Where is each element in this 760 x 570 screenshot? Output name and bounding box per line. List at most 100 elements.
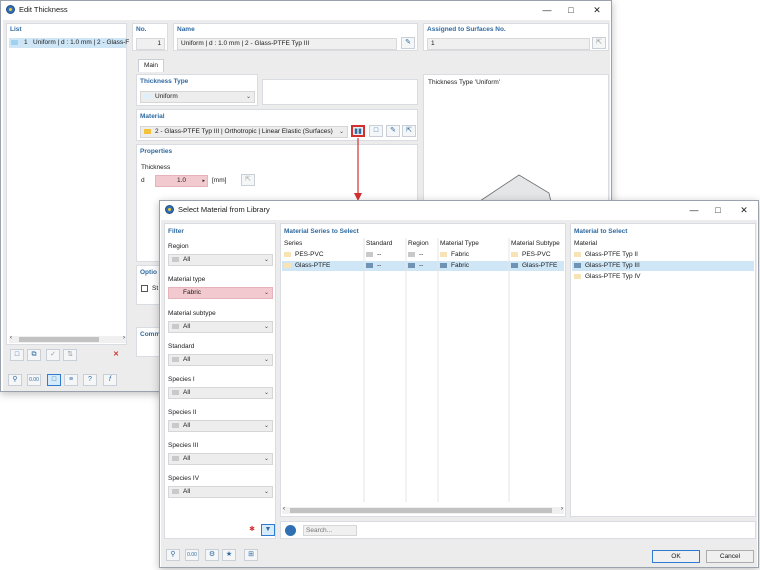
- filter-material-subtype-select[interactable]: All ⌄: [168, 321, 273, 333]
- series-scrollbar[interactable]: ‹ ›: [282, 506, 564, 514]
- cancel-button[interactable]: Cancel: [706, 550, 754, 563]
- grid-icon[interactable]: ≡: [64, 374, 78, 386]
- name-panel: Name Uniform | d : 1.0 mm | 2 - Glass-PT…: [173, 23, 418, 51]
- scroll-thumb[interactable]: [290, 508, 552, 513]
- filter-swatch: [172, 455, 179, 461]
- fabric-swatch: [574, 262, 581, 268]
- filter-material-type-value: Fabric: [183, 289, 202, 296]
- list-item-color-icon: [11, 40, 18, 45]
- comment-label: Comm: [140, 331, 161, 338]
- filter-species-2-select[interactable]: All ⌄: [168, 420, 273, 432]
- list-scrollbar[interactable]: ‹ ›: [9, 335, 126, 343]
- filter-species-3-select[interactable]: All ⌄: [168, 453, 273, 465]
- material-view-icon[interactable]: ⚙: [205, 549, 219, 561]
- window-title: Edit Thickness: [19, 5, 68, 14]
- filter-material-type-select[interactable]: Fabric ⌄: [168, 287, 273, 299]
- search-bar: [280, 521, 756, 539]
- material-item: Glass-PTFE Typ III: [574, 262, 640, 269]
- check-icon[interactable]: ✓: [46, 349, 60, 361]
- material-select-panel: Material to Select Material Glass-PTFE T…: [570, 223, 756, 517]
- export-icon[interactable]: ⊞: [244, 549, 258, 561]
- filter-swatch: [172, 256, 179, 262]
- filter-species-3-value: All: [183, 455, 191, 462]
- filter-swatch: [172, 389, 179, 395]
- filter-species-1-label: Species I: [168, 376, 195, 383]
- filter-swatch: [172, 356, 179, 362]
- no-panel: No. 1: [132, 23, 168, 51]
- options-label: Optio: [140, 269, 157, 276]
- units-icon[interactable]: 0.00: [185, 549, 199, 561]
- clear-filter-icon[interactable]: ✱: [245, 524, 259, 536]
- edit-material-icon[interactable]: ✎: [386, 125, 400, 137]
- formula-icon[interactable]: f: [103, 374, 117, 386]
- filter-panel: Filter Region All ⌄ Material type Fabric ⌄…: [164, 223, 276, 539]
- filter-swatch: [172, 323, 179, 329]
- filter-region-value: All: [183, 256, 191, 263]
- tab-main[interactable]: Main: [138, 59, 164, 72]
- renumber-icon[interactable]: ⇅: [63, 349, 77, 361]
- scroll-thumb[interactable]: [19, 337, 99, 342]
- edit-name-icon[interactable]: ✎: [401, 37, 415, 49]
- scroll-left-icon[interactable]: ‹: [10, 335, 12, 341]
- scroll-right-icon[interactable]: ›: [561, 506, 563, 512]
- spinner-icon[interactable]: ▸: [202, 177, 205, 185]
- help-icon[interactable]: ?: [83, 374, 97, 386]
- filter-material-type-label: Material type: [168, 276, 206, 283]
- material-value: 2 - Glass-PTFE Typ III | Orthotropic | L…: [155, 128, 333, 135]
- minimize-icon[interactable]: —: [535, 3, 559, 17]
- maximize-icon[interactable]: □: [559, 3, 583, 17]
- select-surfaces-icon[interactable]: ⇱: [592, 37, 606, 49]
- display-icon[interactable]: □: [47, 374, 61, 386]
- list-item-text: Uniform | d : 1.0 mm | 2 - Glass-F: [33, 39, 130, 46]
- scroll-right-icon[interactable]: ›: [123, 335, 125, 341]
- name-field[interactable]: Uniform | d : 1.0 mm | 2 - Glass-PTFE Ty…: [177, 38, 397, 50]
- units-icon[interactable]: 0.00: [27, 374, 41, 386]
- material-item: Glass-PTFE Typ IV: [574, 273, 641, 280]
- filter-region-select[interactable]: All ⌄: [168, 254, 273, 266]
- close-icon[interactable]: ✕: [732, 203, 756, 217]
- filter-species-4-select[interactable]: All ⌄: [168, 486, 273, 498]
- chevron-down-icon: ⌄: [263, 456, 269, 462]
- zoom-icon[interactable]: ⚲: [166, 549, 180, 561]
- minimize-icon[interactable]: —: [682, 203, 706, 217]
- thickness-type-label: Thickness Type: [140, 78, 189, 85]
- material-select[interactable]: 2 - Glass-PTFE Typ III | Orthotropic | L…: [140, 126, 348, 138]
- no-field[interactable]: 1: [136, 38, 165, 50]
- chevron-down-icon: ⌄: [338, 129, 344, 135]
- filter-standard-value: All: [183, 356, 191, 363]
- thickness-label: Thickness: [141, 164, 171, 171]
- series-panel: Material Series to Select Series Standar…: [280, 223, 566, 517]
- filter-standard-select[interactable]: All ⌄: [168, 354, 273, 366]
- close-icon[interactable]: ✕: [585, 3, 609, 17]
- name-label: Name: [177, 26, 195, 33]
- thickness-type-select[interactable]: Uniform ⌄: [140, 91, 255, 103]
- delete-item-icon[interactable]: ✕: [109, 349, 123, 361]
- thickness-edit-icon[interactable]: ⇱: [241, 174, 255, 186]
- pick-material-icon[interactable]: ⇱: [402, 125, 416, 137]
- filter-species-1-select[interactable]: All ⌄: [168, 387, 273, 399]
- scroll-left-icon[interactable]: ‹: [283, 506, 285, 512]
- d-value-field[interactable]: 1.0 ▸: [155, 175, 208, 187]
- filter-species-4-value: All: [183, 488, 191, 495]
- ok-button[interactable]: OK: [652, 550, 700, 563]
- search-input[interactable]: [303, 525, 357, 536]
- d-unit: [mm]: [212, 177, 227, 184]
- chevron-down-icon: ⌄: [263, 357, 269, 363]
- assigned-label: Assigned to Surfaces No.: [427, 26, 506, 33]
- filter-icon[interactable]: ▼: [261, 524, 275, 536]
- material-panel: Material 2 - Glass-PTFE Typ III | Orthot…: [136, 109, 418, 141]
- options-checkbox[interactable]: [141, 285, 148, 292]
- filter-standard-label: Standard: [168, 343, 195, 350]
- maximize-icon[interactable]: □: [706, 203, 730, 217]
- material-name: Glass-PTFE Typ IV: [585, 273, 641, 280]
- chevron-down-icon: ⌄: [263, 290, 269, 296]
- new-material-icon[interactable]: □: [369, 125, 383, 137]
- assigned-field[interactable]: 1: [427, 38, 590, 50]
- new-item-icon[interactable]: □: [10, 349, 24, 361]
- copy-item-icon[interactable]: ⧉: [27, 349, 41, 361]
- add-to-favorites-icon[interactable]: ★: [222, 549, 236, 561]
- options-checkbox-label: St: [152, 285, 159, 292]
- zoom-icon[interactable]: ⚲: [8, 374, 22, 386]
- material-item: Glass-PTFE Typ II: [574, 251, 638, 258]
- thickness-type-panel: Thickness Type Uniform ⌄: [136, 74, 258, 106]
